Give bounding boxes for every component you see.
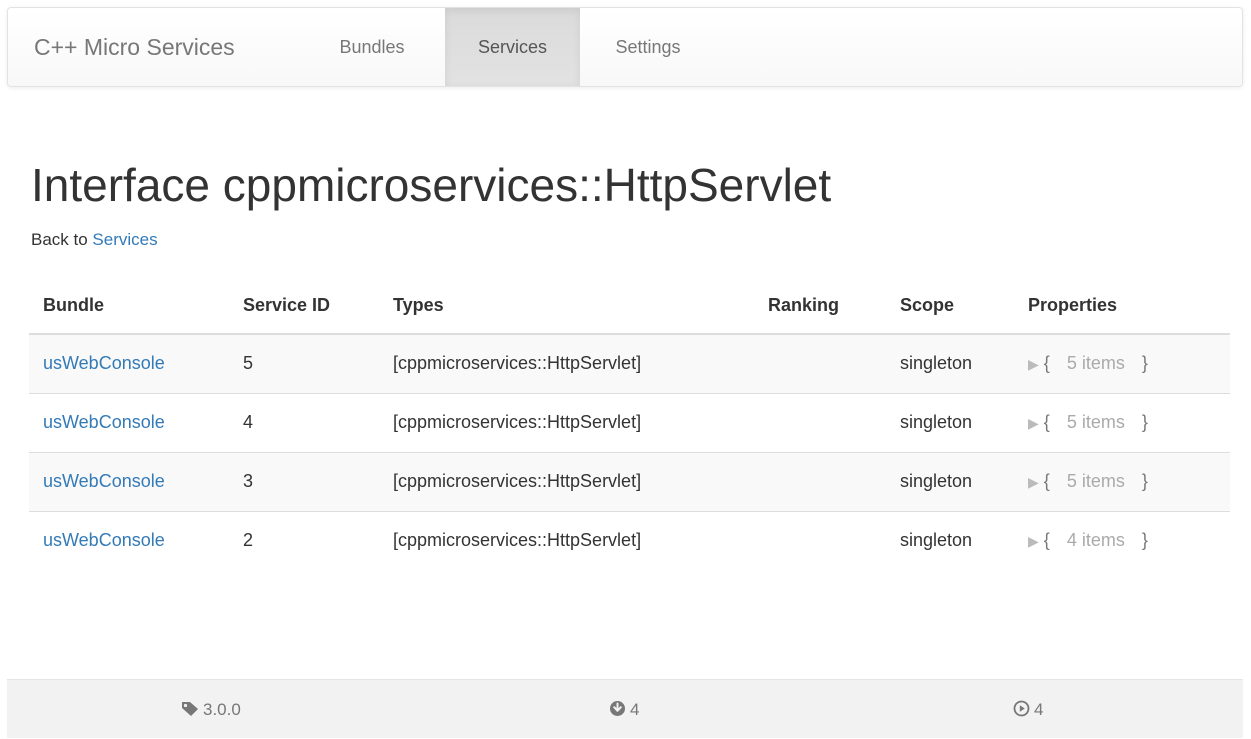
table-row: usWebConsole 4 [cppmicroservices::HttpSe…	[29, 392, 1230, 452]
service-scope: singleton	[886, 392, 1014, 452]
close-brace: }	[1141, 353, 1148, 374]
properties-count: 4 items	[1066, 530, 1125, 551]
properties-toggle[interactable]: ▶ { 5 items }	[1028, 412, 1148, 432]
back-prefix: Back to	[31, 230, 93, 249]
properties-toggle[interactable]: ▶ { 4 items }	[1028, 530, 1148, 550]
services-table: Bundle Service ID Types Ranking Scope Pr…	[29, 278, 1230, 570]
open-brace: {	[1043, 412, 1050, 432]
top-navbar: C++ Micro Services Bundles Services Sett…	[7, 7, 1243, 87]
bundle-link[interactable]: usWebConsole	[43, 353, 165, 373]
service-ranking	[754, 451, 886, 511]
open-brace: {	[1043, 530, 1050, 551]
table-row: usWebConsole 3 [cppmicroservices::HttpSe…	[29, 451, 1230, 511]
service-ranking	[754, 334, 886, 393]
close-brace: }	[1141, 471, 1148, 491]
triangle-right-icon: ▶	[1028, 533, 1039, 550]
col-scope: Scope	[886, 278, 1014, 335]
bundle-link[interactable]: usWebConsole	[43, 412, 165, 432]
service-ranking	[754, 510, 886, 570]
service-id: 3	[229, 451, 379, 511]
open-brace: {	[1043, 471, 1050, 491]
active-count: 4	[1034, 700, 1044, 719]
footer: 3.0.0 4 4	[7, 679, 1243, 738]
brand-link[interactable]: C++ Micro Services	[34, 34, 235, 61]
service-types: [cppmicroservices::HttpServlet]	[379, 451, 754, 511]
service-ranking	[754, 392, 886, 452]
properties-count: 5 items	[1066, 353, 1125, 374]
tag-icon	[182, 701, 198, 716]
bundle-link[interactable]: usWebConsole	[43, 530, 165, 550]
service-id: 2	[229, 510, 379, 570]
footer-installed: 4	[609, 680, 639, 739]
service-types: [cppmicroservices::HttpServlet]	[379, 334, 754, 393]
service-scope: singleton	[886, 510, 1014, 570]
table-row: usWebConsole 2 [cppmicroservices::HttpSe…	[29, 510, 1230, 570]
back-line: Back to Services	[31, 230, 158, 250]
installed-count: 4	[630, 700, 640, 719]
triangle-right-icon: ▶	[1028, 415, 1039, 431]
service-types: [cppmicroservices::HttpServlet]	[379, 392, 754, 452]
nav-bundles[interactable]: Bundles	[324, 8, 420, 86]
col-bundle: Bundle	[29, 278, 229, 335]
service-scope: singleton	[886, 451, 1014, 511]
triangle-right-icon: ▶	[1028, 356, 1039, 373]
open-brace: {	[1043, 353, 1050, 374]
properties-toggle[interactable]: ▶ { 5 items }	[1028, 471, 1148, 491]
circle-play-icon	[1013, 700, 1030, 717]
service-types: [cppmicroservices::HttpServlet]	[379, 510, 754, 570]
table-row: usWebConsole 5 [cppmicroservices::HttpSe…	[29, 334, 1230, 393]
footer-active: 4	[1013, 680, 1043, 739]
footer-version: 3.0.0	[181, 680, 241, 739]
close-brace: }	[1141, 530, 1148, 551]
page-title: Interface cppmicroservices::HttpServlet	[31, 159, 832, 211]
bundle-link[interactable]: usWebConsole	[43, 471, 165, 491]
properties-count: 5 items	[1066, 412, 1125, 432]
col-properties: Properties	[1014, 278, 1230, 335]
col-ranking: Ranking	[754, 278, 886, 335]
properties-toggle[interactable]: ▶ { 5 items }	[1028, 353, 1148, 373]
service-id: 5	[229, 334, 379, 393]
nav-settings[interactable]: Settings	[593, 8, 703, 86]
service-scope: singleton	[886, 334, 1014, 393]
nav-services[interactable]: Services	[445, 8, 580, 86]
properties-count: 5 items	[1066, 471, 1125, 491]
triangle-right-icon: ▶	[1028, 474, 1039, 490]
circle-arrow-down-icon	[610, 701, 625, 717]
close-brace: }	[1141, 412, 1148, 432]
col-service-id: Service ID	[229, 278, 379, 335]
version-text: 3.0.0	[203, 700, 241, 719]
service-id: 4	[229, 392, 379, 452]
table-header-row: Bundle Service ID Types Ranking Scope Pr…	[29, 278, 1230, 335]
col-types: Types	[379, 278, 754, 335]
back-to-services-link[interactable]: Services	[92, 230, 157, 249]
